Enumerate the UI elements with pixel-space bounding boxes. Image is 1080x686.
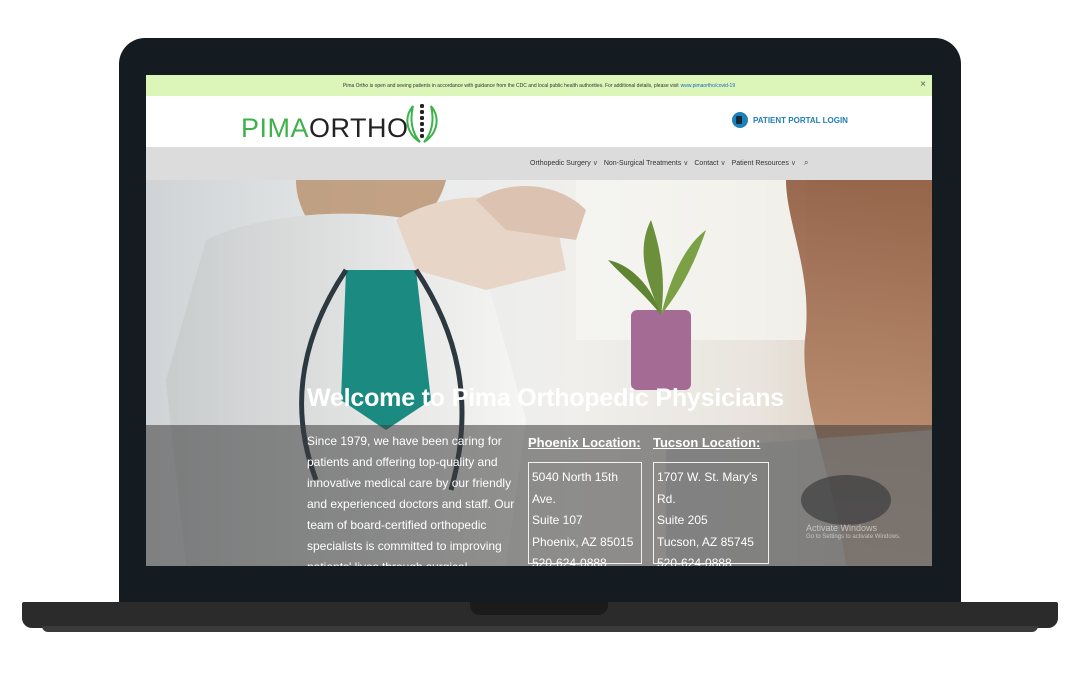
hero-title: Welcome to Pima Orthopedic Physicians <box>307 384 784 412</box>
covid-banner-link[interactable]: www.pimaortho/covid-19 <box>681 83 735 89</box>
nav-item-label: Non-Surgical Treatments <box>603 160 682 167</box>
tucson-location-heading[interactable]: Tucson Location: <box>653 435 760 450</box>
spine-leaf-icon <box>405 104 438 143</box>
patient-portal-login-button[interactable]: PATIENT PORTAL LOGIN <box>732 112 848 128</box>
nav-item-contact[interactable]: Contact ∨ <box>694 159 725 167</box>
tucson-phone-link[interactable]: 520-624-0888 <box>657 553 765 566</box>
tucson-location-box: 1707 W. St. Mary's Rd. Suite 205 Tucson,… <box>653 462 769 566</box>
nav-item-label: Patient Resources <box>731 160 789 167</box>
activate-windows-watermark: Activate Windows Go to Settings to activ… <box>806 523 901 540</box>
site-logo[interactable]: PIMA ORTHO <box>241 104 439 143</box>
site-header: PIMA ORTHO PATIENT PORTAL LOGIN <box>146 96 932 147</box>
laptop-screen: Pima Ortho is open and seeing patients i… <box>146 75 932 566</box>
tucson-address-line1: 1707 W. St. Mary's Rd. <box>657 470 758 506</box>
chevron-down-icon: ∨ <box>720 160 726 167</box>
patient-portal-login-label: PATIENT PORTAL LOGIN <box>753 115 848 125</box>
phoenix-address-line2: Suite 107 <box>532 513 583 527</box>
logo-pima-text: PIMA <box>241 113 310 143</box>
tucson-address-line3: Tucson, AZ 85745 <box>657 534 754 549</box>
nav-items: Orthopedic Surgery ∨ Non-Surgical Treatme… <box>530 158 808 168</box>
phoenix-address-line3: Phoenix, AZ 85015 <box>532 534 634 549</box>
nav-item-non-surgical-treatments[interactable]: Non-Surgical Treatments ∨ <box>604 159 689 167</box>
phoenix-location-box: 5040 North 15th Ave. Suite 107 Phoenix, … <box>528 462 642 566</box>
covid-banner: Pima Ortho is open and seeing patients i… <box>146 75 932 96</box>
hero-intro-text: Since 1979, we have been caring for pati… <box>307 434 515 566</box>
phoenix-address-line1: 5040 North 15th Ave. <box>532 470 619 506</box>
nav-item-label: Contact <box>694 160 719 167</box>
laptop-base-shadow <box>42 626 1038 632</box>
chevron-down-icon: ∨ <box>592 160 598 167</box>
covid-banner-text: Pima Ortho is open and seeing patients i… <box>342 82 679 89</box>
nav-item-label: Orthopedic Surgery <box>530 160 591 167</box>
phoenix-location-heading[interactable]: Phoenix Location: <box>528 435 641 450</box>
main-navigation: Orthopedic Surgery ∨ Non-Surgical Treatme… <box>146 147 932 181</box>
hero-section: Welcome to Pima Orthopedic Physicians Si… <box>146 180 932 566</box>
phoenix-phone-link[interactable]: 520-624-0888 <box>532 553 638 566</box>
activate-windows-title: Activate Windows <box>806 523 878 533</box>
chevron-down-icon: ∨ <box>790 160 796 167</box>
activate-windows-subtitle: Go to Settings to activate Windows. <box>806 534 901 540</box>
nav-item-orthopedic-surgery[interactable]: Orthopedic Surgery ∨ <box>530 159 598 167</box>
chevron-down-icon: ∨ <box>683 160 689 167</box>
tucson-address-line2: Suite 205 <box>657 513 708 527</box>
nav-item-patient-resources[interactable]: Patient Resources ∨ <box>732 159 796 167</box>
search-icon[interactable]: ⌕ <box>804 158 808 168</box>
logo-ortho-text: ORTHO <box>309 113 409 143</box>
portal-icon <box>732 112 748 128</box>
laptop-notch <box>470 602 608 615</box>
close-icon[interactable]: × <box>920 79 926 90</box>
